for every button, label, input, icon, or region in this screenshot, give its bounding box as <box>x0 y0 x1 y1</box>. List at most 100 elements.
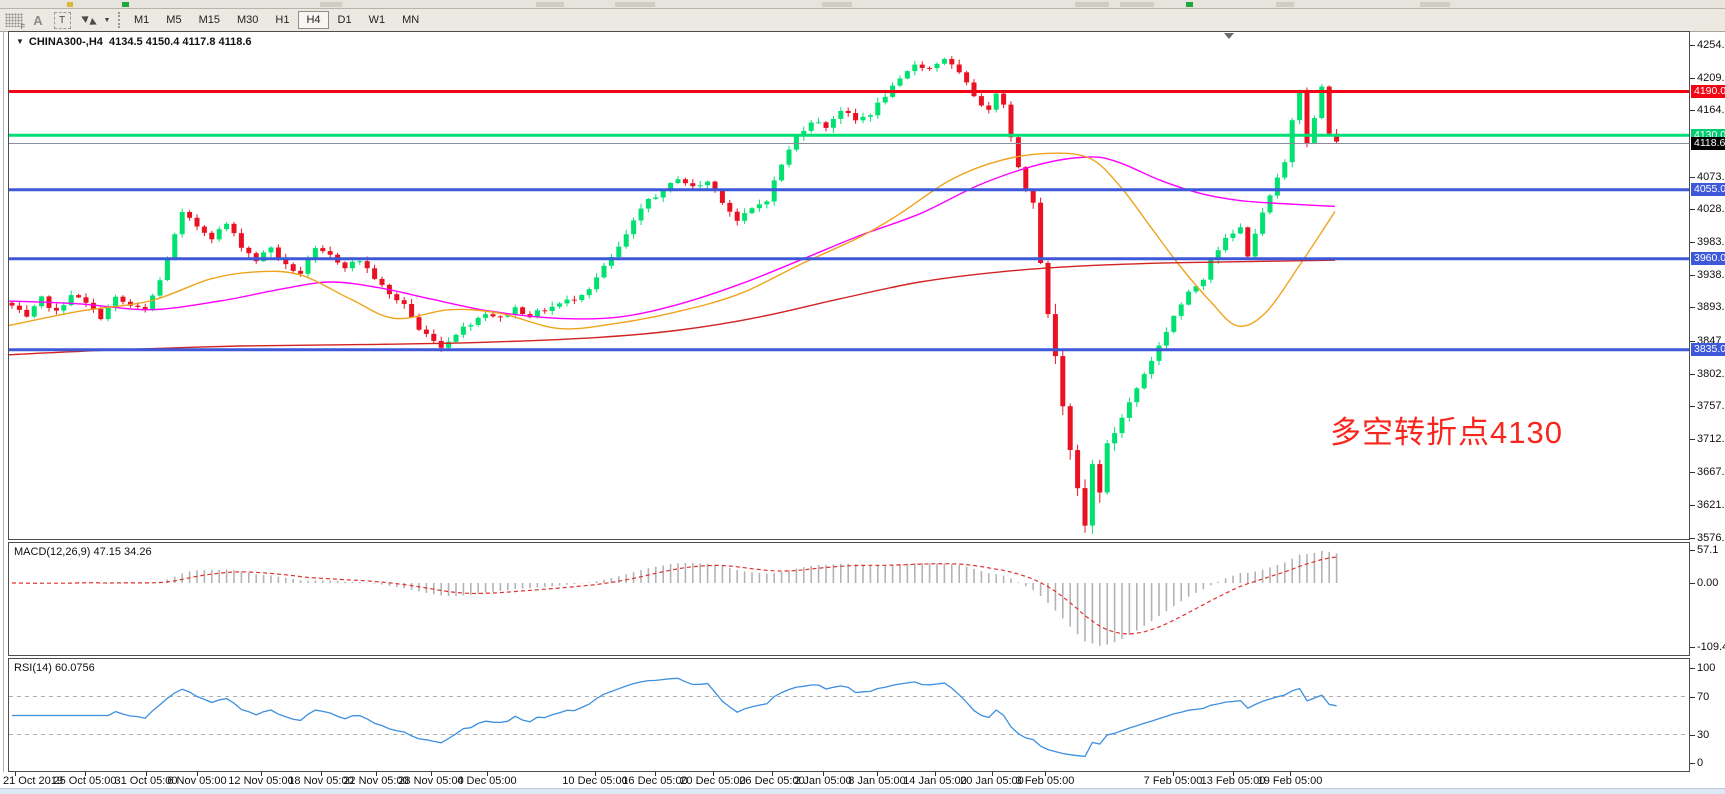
price-tick-label: 3893.0 <box>1697 301 1725 313</box>
clipped-icon-fragment <box>822 2 852 7</box>
timeframe-button-M5[interactable]: M5 <box>158 11 189 29</box>
time-axis-label: 13 Feb 05:00 <box>1201 775 1266 787</box>
macd-tick-label: 57.1 <box>1697 544 1718 556</box>
time-axis-label: 6 Nov 05:00 <box>167 775 226 787</box>
price-tick-label-tick <box>1690 472 1695 473</box>
timeframe-button-group: M1M5M15M30H1H4D1W1MN <box>126 11 428 29</box>
price-level-badge: 3960.0 <box>1691 252 1725 265</box>
clipped-icon-fragment <box>1420 2 1450 7</box>
price-tick-label-tick <box>1690 78 1695 79</box>
price-level-badge: 3835.0 <box>1691 343 1725 356</box>
text-label-icon[interactable]: A <box>28 11 48 29</box>
price-level-badge: 4055.0 <box>1691 183 1725 196</box>
price-tick-label: 4209.0 <box>1697 72 1725 84</box>
rsi-tick-label: 0 <box>1697 757 1703 769</box>
time-axis-label: 7 Feb 05:00 <box>1144 775 1203 787</box>
price-level-badge: 4190.0 <box>1691 85 1725 98</box>
clipped-status-strip <box>0 788 1725 794</box>
price-tick-label: 3667.0 <box>1697 466 1725 478</box>
macd-tick-label: -109.43 <box>1697 641 1725 653</box>
clipped-icon-fragment <box>1186 2 1193 7</box>
time-axis-label: 4 Dec 05:00 <box>457 775 516 787</box>
macd-tick-label: 0.00 <box>1697 577 1718 589</box>
timeframe-button-M30[interactable]: M30 <box>229 11 266 29</box>
time-axis-label: 20 Dec 05:00 <box>680 775 745 787</box>
time-axis-label: 14 Jan 05:00 <box>903 775 967 787</box>
time-axis-label: 28 Nov 05:00 <box>398 775 463 787</box>
price-tick-label-tick <box>1690 538 1695 539</box>
macd-tick-label-tick <box>1690 550 1695 551</box>
timeframe-button-D1[interactable]: D1 <box>330 11 360 29</box>
cycle-arrows-icon[interactable] <box>80 11 100 29</box>
rsi-tick-label: 30 <box>1697 729 1709 741</box>
price-tick-label: 3983.0 <box>1697 236 1725 248</box>
symbol-label: CHINA300-,H4 <box>29 36 103 48</box>
clipped-icon-fragment <box>1120 2 1154 7</box>
clipped-icon-fragment <box>536 2 564 7</box>
price-tick-label-tick <box>1690 307 1695 308</box>
time-axis-label: 2 Jan 05:00 <box>794 775 852 787</box>
timeframe-button-W1[interactable]: W1 <box>361 11 394 29</box>
price-tick-label-tick <box>1690 45 1695 46</box>
price-tick-label-tick <box>1690 505 1695 506</box>
timeframe-button-M1[interactable]: M1 <box>126 11 157 29</box>
rsi-tick-label-tick <box>1690 763 1695 764</box>
main-price-chart-panel[interactable] <box>8 31 1690 540</box>
chevron-down-icon[interactable]: ▼ <box>16 37 24 46</box>
time-axis-label: 3 Feb 05:00 <box>1016 775 1075 787</box>
clipped-icon-fragment <box>1075 2 1109 7</box>
time-axis-label: 8 Jan 05:00 <box>848 775 906 787</box>
rsi-tick-label-tick <box>1690 668 1695 669</box>
text-box-icon[interactable]: T <box>52 11 72 29</box>
price-tick-label: 3576.0 <box>1697 532 1725 544</box>
price-tick-label: 4028.0 <box>1697 203 1725 215</box>
rsi-tick-label-tick <box>1690 735 1695 736</box>
timeframe-button-H1[interactable]: H1 <box>267 11 297 29</box>
price-tick-label: 3757.0 <box>1697 400 1725 412</box>
macd-label: MACD(12,26,9) 47.15 34.26 <box>14 546 152 558</box>
timeframe-button-MN[interactable]: MN <box>394 11 427 29</box>
timeframe-button-M15[interactable]: M15 <box>191 11 228 29</box>
clipped-icon-fragment <box>1276 2 1294 7</box>
price-tick-label: 4073.0 <box>1697 171 1725 183</box>
price-level-badge: 4118.6 <box>1691 137 1725 150</box>
templates-grid-icon[interactable]: F <box>2 11 26 29</box>
price-tick-label-tick <box>1690 406 1695 407</box>
price-tick-label: 3938.0 <box>1697 269 1725 281</box>
dropdown-caret-icon[interactable]: ▼ <box>101 11 113 29</box>
trading-platform-window: F A T ▼ M1M5M15M30H1H4D1W1MN ▼ CHINA300-,… <box>0 0 1725 794</box>
price-tick-label-tick <box>1690 439 1695 440</box>
chart-toolbar: F A T ▼ M1M5M15M30H1H4D1W1MN <box>0 9 1725 32</box>
price-tick-label-tick <box>1690 177 1695 178</box>
window-left-edge <box>3 31 4 772</box>
macd-indicator-panel[interactable] <box>8 542 1690 656</box>
time-axis-label: 12 Nov 05:00 <box>228 775 293 787</box>
time-axis-label: 20 Jan 05:00 <box>960 775 1024 787</box>
symbol-info-line: ▼ CHINA300-,H4 4134.5 4150.4 4117.8 4118.… <box>16 36 252 48</box>
time-axis-label: 16 Dec 05:00 <box>622 775 687 787</box>
rsi-tick-label: 100 <box>1697 662 1715 674</box>
rsi-tick-label: 70 <box>1697 691 1709 703</box>
rsi-label: RSI(14) 60.0756 <box>14 662 95 674</box>
price-tick-label-tick <box>1690 242 1695 243</box>
rsi-tick-label-tick <box>1690 697 1695 698</box>
rsi-indicator-panel[interactable] <box>8 658 1690 772</box>
clipped-toolbar-row <box>0 0 1725 9</box>
price-tick-label: 4164.0 <box>1697 104 1725 116</box>
price-tick-label: 3712.0 <box>1697 433 1725 445</box>
price-tick-label-tick <box>1690 209 1695 210</box>
macd-tick-label-tick <box>1690 583 1695 584</box>
time-axis-label: 10 Dec 05:00 <box>562 775 627 787</box>
chart-shift-marker[interactable] <box>1224 33 1234 39</box>
price-tick-label: 3802.0 <box>1697 368 1725 380</box>
price-tick-label: 4254.0 <box>1697 39 1725 51</box>
price-tick-label-tick <box>1690 374 1695 375</box>
macd-tick-label-tick <box>1690 647 1695 648</box>
clipped-icon-fragment <box>320 2 342 7</box>
clipped-icon-fragment <box>615 2 655 7</box>
ohlc-values: 4134.5 4150.4 4117.8 4118.6 <box>109 36 252 48</box>
price-tick-label: 3621.0 <box>1697 499 1725 511</box>
chart-text-annotation[interactable]: 多空转折点4130 <box>1330 407 1563 452</box>
timeframe-button-H4[interactable]: H4 <box>298 11 328 29</box>
toolbar-drag-handle[interactable] <box>118 12 122 28</box>
